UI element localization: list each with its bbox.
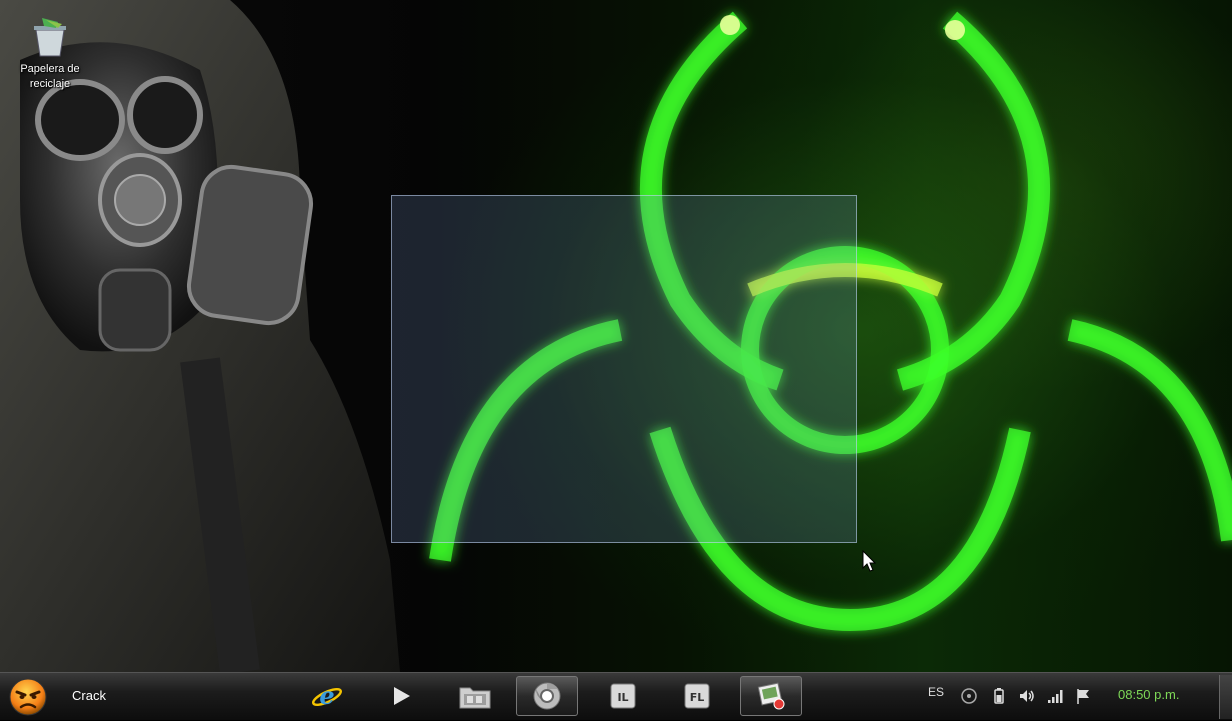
folder-icon (459, 687, 491, 709)
svg-text:IL: IL (617, 691, 628, 704)
taskbar-media-player[interactable] (370, 676, 432, 716)
taskbar: Crack e IL FL ES 08:50 p.m. (0, 672, 1232, 720)
taskbar-internet-explorer[interactable]: e (296, 676, 358, 716)
system-tray: ES 08:50 p.m. (920, 673, 1232, 721)
svg-text:e: e (319, 681, 334, 710)
recycle-bin-icon (28, 18, 72, 58)
selection-rectangle (391, 195, 857, 543)
angry-face-icon (9, 678, 47, 716)
il-icon: IL (610, 683, 636, 709)
desktop[interactable]: Papelera de reciclaje (0, 0, 1232, 672)
user-name-label: Crack (72, 688, 106, 703)
battery-icon[interactable] (990, 687, 1008, 705)
recycle-bin-shortcut[interactable]: Papelera de reciclaje (8, 18, 92, 92)
mouse-cursor-icon (862, 550, 876, 572)
internet-explorer-icon: e (311, 681, 343, 710)
play-icon (394, 687, 410, 705)
image-app-icon (757, 682, 785, 710)
taskbar-chrome[interactable] (516, 676, 578, 716)
language-indicator[interactable]: ES (928, 685, 944, 699)
action-center-icon[interactable] (960, 687, 978, 705)
clock[interactable]: 08:50 p.m. (1118, 687, 1179, 702)
recycle-bin-label-line2: reciclaje (29, 78, 71, 90)
volume-icon[interactable] (1018, 687, 1036, 705)
flag-icon[interactable] (1074, 687, 1092, 705)
taskbar-file-explorer[interactable] (444, 676, 506, 716)
fl-icon: FL (684, 683, 710, 709)
svg-text:FL: FL (690, 691, 705, 704)
taskbar-app-il[interactable]: IL (592, 676, 654, 716)
chrome-icon (533, 682, 561, 710)
show-desktop-button[interactable] (1219, 675, 1232, 719)
network-signal-icon[interactable] (1046, 687, 1064, 705)
taskbar-app-fl[interactable]: FL (666, 676, 728, 716)
recycle-bin-label-line1: Papelera de (20, 63, 80, 75)
taskbar-image-app[interactable] (740, 676, 802, 716)
start-button[interactable] (8, 677, 48, 717)
